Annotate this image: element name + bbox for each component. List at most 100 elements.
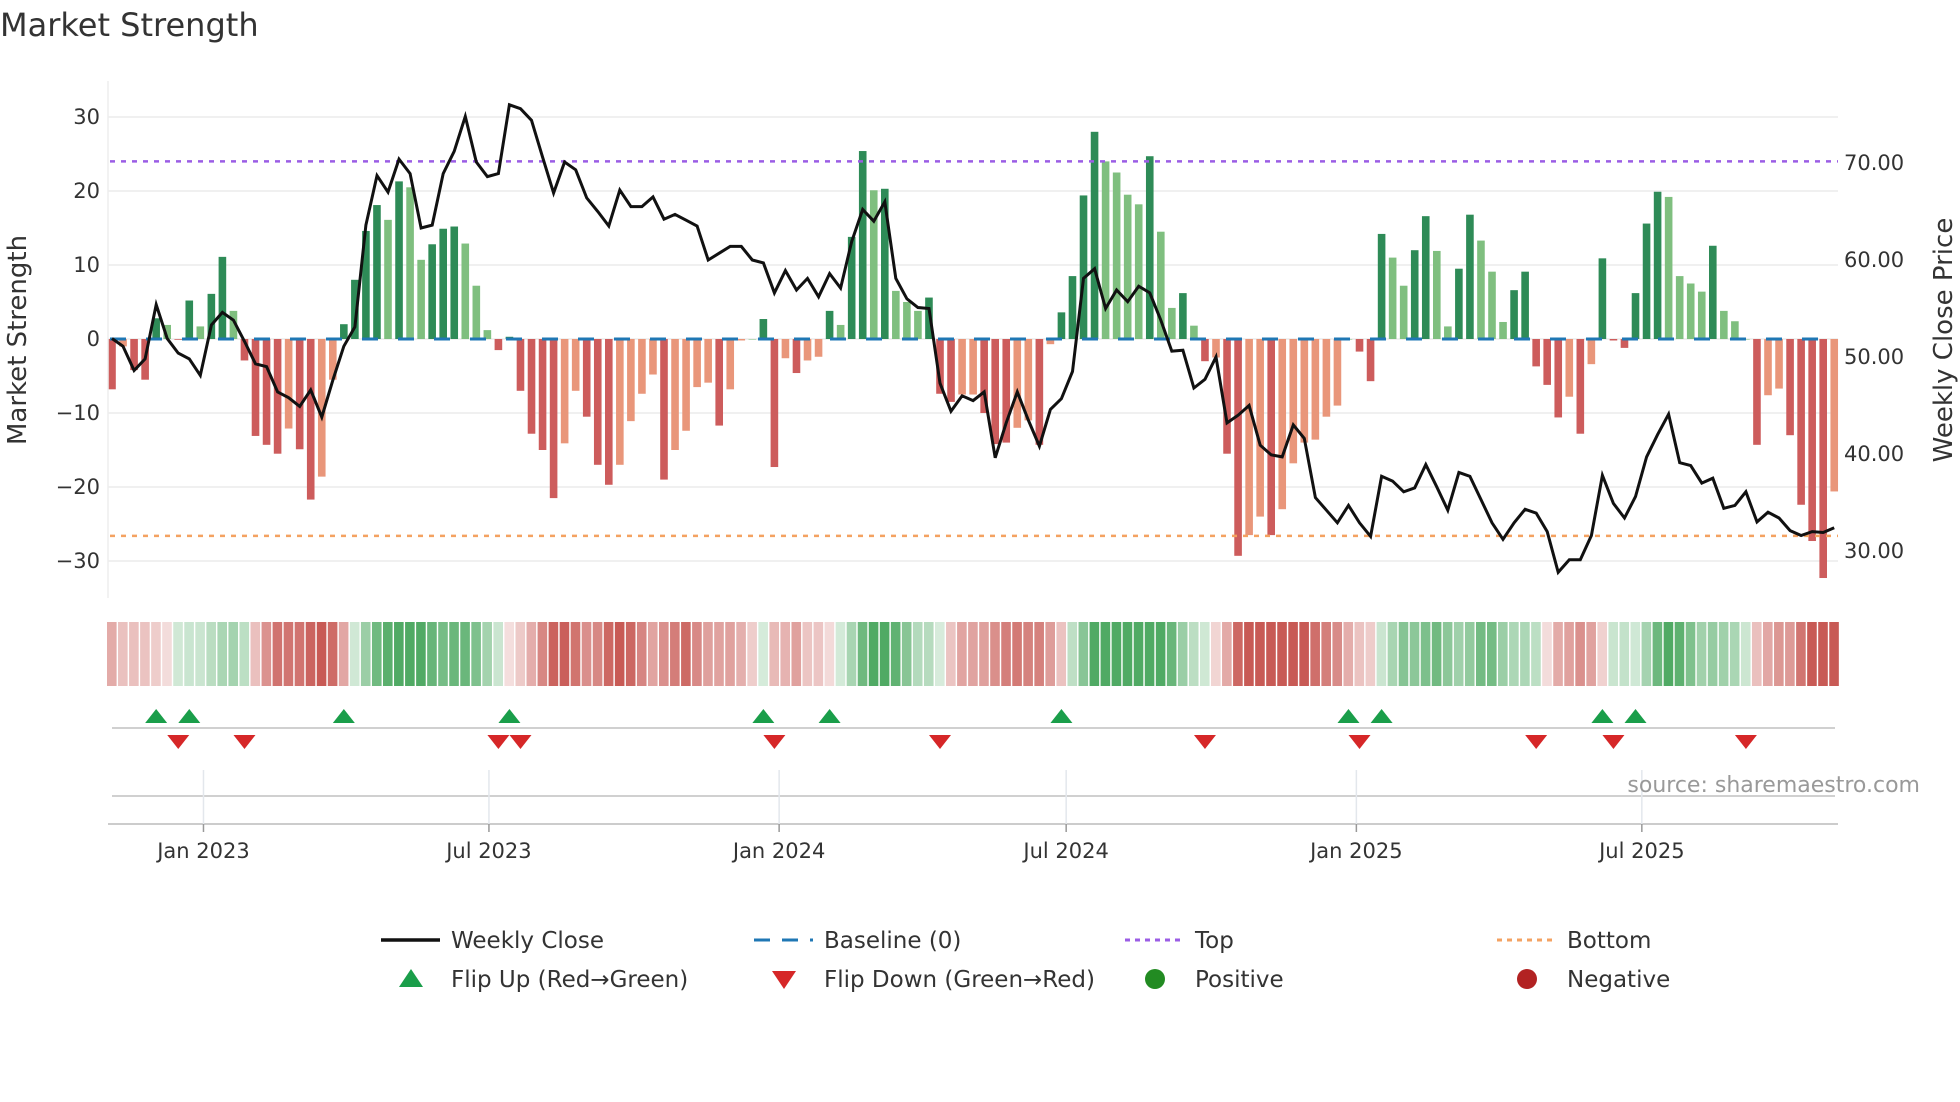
heat-strip-cell [1696,622,1707,686]
heat-strip-cell [1663,622,1674,686]
y-tick-label: 30 [73,105,100,129]
heat-strip-cell [857,622,868,686]
strength-bar [1775,339,1783,389]
strength-bar [1079,195,1088,339]
heat-strip-cell [990,622,1000,686]
heat-strip-cell [107,622,117,686]
strength-bar [1101,161,1110,339]
heat-strip-cell [294,622,305,686]
heat-strip-cell [1674,622,1685,686]
legend-label: Bottom [1567,928,1651,954]
strength-bar [991,339,999,445]
heat-strip-cell [581,622,592,686]
strength-bar [417,259,425,339]
strength-bar [638,339,646,394]
legend-item: Positive [1145,967,1284,993]
strength-heat-strip [107,622,1839,686]
strength-bar [914,310,922,339]
heat-strip-cell [813,622,824,686]
heat-strip-cell [1266,622,1276,686]
strength-bar [516,339,525,391]
heat-strip-cell [1652,622,1663,686]
heat-strip-cell [791,622,802,686]
heat-strip-cell [1619,622,1630,686]
heat-strip-cell [879,622,890,686]
y-tick-label: 10 [73,253,100,277]
heat-strip-cell [1575,622,1585,686]
heat-strip-cell [460,622,470,686]
strength-bar [1421,216,1430,339]
heat-strip-cell [1211,622,1221,686]
strength-bar [1786,339,1794,436]
strength-bar [295,339,304,450]
flip-down-marker [929,735,951,749]
heat-strip-cell [316,622,327,686]
legend-label: Flip Up (Red→Green) [451,967,688,993]
strength-bar [1035,339,1044,445]
strength-bar [196,326,205,339]
heat-strip-cell [383,622,393,686]
strength-bar [1576,339,1585,434]
heat-strip-cell [1222,622,1232,686]
source-credit: source: sharemaestro.com [1627,773,1920,798]
heat-strip-cell [338,622,349,686]
strength-bar [406,187,414,339]
strength-bar [770,339,779,468]
heat-strip-cell [846,622,857,686]
heat-strip-cell [1012,622,1022,686]
strength-bar [1145,156,1154,339]
strength-bar [1300,339,1309,443]
strength-bar [1532,339,1540,367]
strength-bar [1664,196,1673,339]
heat-strip-cell [1431,622,1442,686]
strength-bar [527,339,536,434]
strength-bar [825,310,834,339]
heat-strip-cell [1056,622,1067,686]
heat-strip-cell [1321,622,1331,686]
heat-strip-cell [1244,622,1254,686]
y2-axis-title: Weekly Close Price [1929,218,1959,463]
strength-bar [428,244,436,339]
heat-strip-cell [1718,622,1729,686]
legend-item: Top [1125,928,1234,954]
strength-bar [947,339,955,402]
heat-strip-cell [890,622,901,686]
heat-strip-cell [1829,622,1839,686]
heat-strip-cell [1729,622,1740,686]
heat-strip-cell [946,622,956,686]
legend-label: Weekly Close [451,928,604,954]
heat-strip-cell [1409,622,1420,686]
heat-strip-cell [1509,622,1519,686]
heat-strip-cell [493,622,503,686]
strength-bar [538,339,547,450]
strength-bar [858,151,867,339]
heat-strip-cell [1343,622,1354,686]
strength-bar [726,339,735,390]
heat-strip-cell [471,622,481,686]
heat-strip-cell [1155,622,1166,686]
strength-bar [1068,276,1077,339]
heat-strip-cell [1586,622,1596,686]
strength-bar [251,339,260,436]
legend-item: Bottom [1497,928,1651,954]
strength-bar [748,339,757,340]
triangle-up-icon [399,969,423,987]
strength-bar [1631,293,1640,339]
x-tick-label: Jul 2024 [1021,839,1108,863]
heat-strip-cell [1520,622,1530,686]
strength-bar [781,339,790,359]
legend-item: Flip Down (Green→Red) [772,967,1095,993]
heat-strip-cell [968,622,978,686]
heat-strip-cell [360,622,371,686]
heat-strip-cell [570,622,581,686]
legend-item: Flip Up (Red→Green) [399,967,688,993]
flip-down-marker [763,735,786,749]
strength-bar [660,339,668,480]
heat-strip-cell [1277,622,1287,686]
strength-bar [1653,191,1662,339]
heat-strip-cell [1531,622,1541,686]
strength-bar [571,339,580,391]
strength-bar [1565,339,1574,397]
strength-bar [340,324,348,339]
legend-label: Negative [1567,967,1670,993]
